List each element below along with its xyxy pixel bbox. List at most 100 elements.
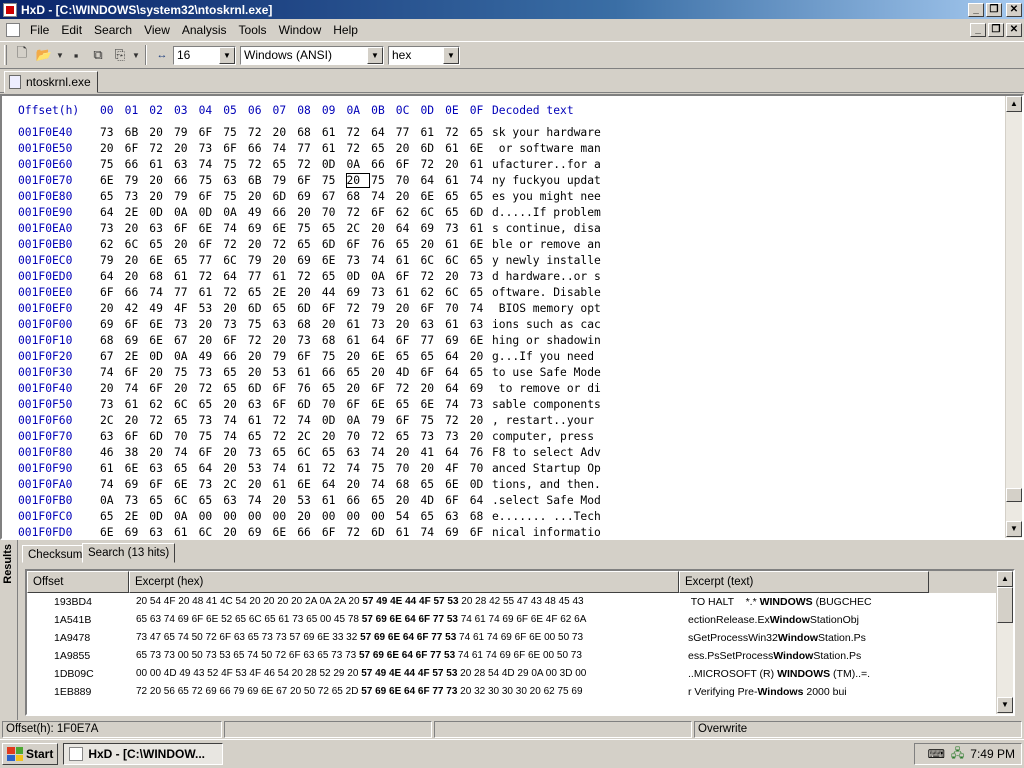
hex-byte[interactable]: 64: [223, 270, 245, 283]
hex-byte[interactable]: 6C: [445, 254, 467, 267]
hex-byte[interactable]: 61: [445, 142, 467, 155]
hex-byte[interactable]: 20: [273, 126, 295, 139]
hex-byte[interactable]: 20: [396, 494, 418, 507]
hex-byte[interactable]: 00: [199, 510, 221, 523]
hex-byte[interactable]: 65: [199, 494, 221, 507]
hex-byte[interactable]: 69: [470, 382, 492, 395]
hex-byte[interactable]: 61: [470, 222, 492, 235]
hex-byte[interactable]: 72: [347, 126, 369, 139]
hex-byte[interactable]: 72: [248, 126, 270, 139]
hex-byte[interactable]: 77: [248, 270, 270, 283]
hex-byte[interactable]: 61: [297, 462, 319, 475]
hex-byte[interactable]: 6F: [149, 382, 171, 395]
hex-byte[interactable]: 73: [174, 318, 196, 331]
hex-byte[interactable]: 69: [125, 334, 147, 347]
hex-byte[interactable]: 6F: [347, 238, 369, 251]
hex-byte[interactable]: 61: [248, 414, 270, 427]
hex-byte[interactable]: 72: [273, 238, 295, 251]
hex-byte[interactable]: 74: [371, 478, 393, 491]
hex-byte[interactable]: 68: [149, 270, 171, 283]
decoded-text[interactable]: ufacturer..for a: [492, 158, 601, 171]
hex-byte[interactable]: 62: [396, 206, 418, 219]
hex-byte[interactable]: 2E: [273, 286, 295, 299]
hex-byte[interactable]: 68: [347, 190, 369, 203]
hex-byte[interactable]: 64: [371, 126, 393, 139]
hex-byte[interactable]: 70: [347, 430, 369, 443]
hex-byte[interactable]: 20: [125, 414, 147, 427]
decoded-text[interactable]: , restart..your: [492, 414, 601, 427]
hex-byte[interactable]: 65: [174, 254, 196, 267]
hex-byte[interactable]: 61: [470, 158, 492, 171]
hex-byte[interactable]: 6F: [199, 238, 221, 251]
hex-byte[interactable]: 0A: [371, 270, 393, 283]
hex-byte[interactable]: 73: [420, 430, 442, 443]
hex-byte[interactable]: 66: [223, 350, 245, 363]
hex-byte[interactable]: 6E: [297, 478, 319, 491]
hex-byte[interactable]: 00: [273, 510, 295, 523]
hex-byte[interactable]: 61: [322, 142, 344, 155]
hex-byte[interactable]: 6E: [273, 526, 295, 538]
hex-byte[interactable]: 65: [322, 222, 344, 235]
hex-byte[interactable]: 68: [100, 334, 122, 347]
hex-byte[interactable]: 0A: [223, 206, 245, 219]
save-all-icon[interactable]: ⧉: [87, 44, 109, 66]
hex-byte[interactable]: 72: [420, 158, 442, 171]
hex-byte[interactable]: 20: [297, 510, 319, 523]
hex-byte[interactable]: 0D: [149, 350, 171, 363]
hex-byte[interactable]: 74: [100, 478, 122, 491]
hex-byte[interactable]: 73: [125, 190, 147, 203]
hex-byte[interactable]: 73: [223, 318, 245, 331]
hex-byte[interactable]: 61: [273, 270, 295, 283]
hex-byte[interactable]: 20: [371, 366, 393, 379]
hex-byte[interactable]: 79: [371, 302, 393, 315]
hex-byte[interactable]: 6D: [297, 302, 319, 315]
file-tab[interactable]: ntoskrnl.exe: [4, 71, 98, 93]
hex-byte[interactable]: 65: [420, 478, 442, 491]
hex-byte[interactable]: 72: [199, 270, 221, 283]
hex-byte[interactable]: 0D: [322, 414, 344, 427]
hex-byte[interactable]: 75: [223, 190, 245, 203]
hex-byte[interactable]: 6D: [248, 302, 270, 315]
decoded-text[interactable]: y newly installe: [492, 254, 601, 267]
hex-byte[interactable]: 67: [100, 350, 122, 363]
hex-byte[interactable]: 74: [273, 142, 295, 155]
hex-byte[interactable]: 63: [347, 446, 369, 459]
hex-byte[interactable]: 61: [174, 270, 196, 283]
menu-analysis[interactable]: Analysis: [176, 23, 233, 37]
hex-byte[interactable]: 6F: [420, 366, 442, 379]
hex-byte[interactable]: 6E: [371, 398, 393, 411]
hex-byte[interactable]: 6F: [199, 446, 221, 459]
hex-byte[interactable]: 20: [345, 173, 370, 188]
hex-byte[interactable]: 20: [199, 318, 221, 331]
save-icon[interactable]: ▪: [65, 44, 87, 66]
hex-byte[interactable]: 61: [445, 318, 467, 331]
hex-byte[interactable]: 75: [322, 350, 344, 363]
column-header-offset[interactable]: Offset: [27, 571, 129, 593]
hex-byte[interactable]: 63: [445, 510, 467, 523]
hex-byte[interactable]: 38: [125, 446, 147, 459]
hex-byte[interactable]: 6F: [149, 478, 171, 491]
scroll-up-icon[interactable]: ▲: [997, 571, 1013, 587]
hex-byte[interactable]: 6E: [445, 478, 467, 491]
hex-byte[interactable]: 68: [470, 510, 492, 523]
hex-byte[interactable]: 2C: [100, 414, 122, 427]
keyboard-icon[interactable]: ⌨: [928, 747, 945, 761]
network-icon[interactable]: 🖧: [951, 744, 964, 765]
hex-byte[interactable]: 65: [347, 366, 369, 379]
decoded-text[interactable]: ble or remove an: [492, 238, 601, 251]
hex-byte[interactable]: 53: [297, 494, 319, 507]
hex-byte[interactable]: 0A: [174, 206, 196, 219]
hex-byte[interactable]: 6F: [396, 334, 418, 347]
hex-byte[interactable]: 75: [322, 174, 344, 187]
hex-byte[interactable]: 75: [100, 158, 122, 171]
hex-byte[interactable]: 74: [371, 446, 393, 459]
hex-byte[interactable]: 20: [223, 462, 245, 475]
hex-byte[interactable]: 75: [371, 462, 393, 475]
hex-byte[interactable]: 6B: [248, 174, 270, 187]
hex-byte[interactable]: 74: [420, 526, 442, 538]
hex-byte[interactable]: 70: [396, 174, 418, 187]
hex-byte[interactable]: 20: [149, 446, 171, 459]
decoded-text[interactable]: BIOS memory opt: [492, 302, 601, 315]
hex-byte[interactable]: 72: [347, 142, 369, 155]
hex-byte[interactable]: 20: [100, 142, 122, 155]
